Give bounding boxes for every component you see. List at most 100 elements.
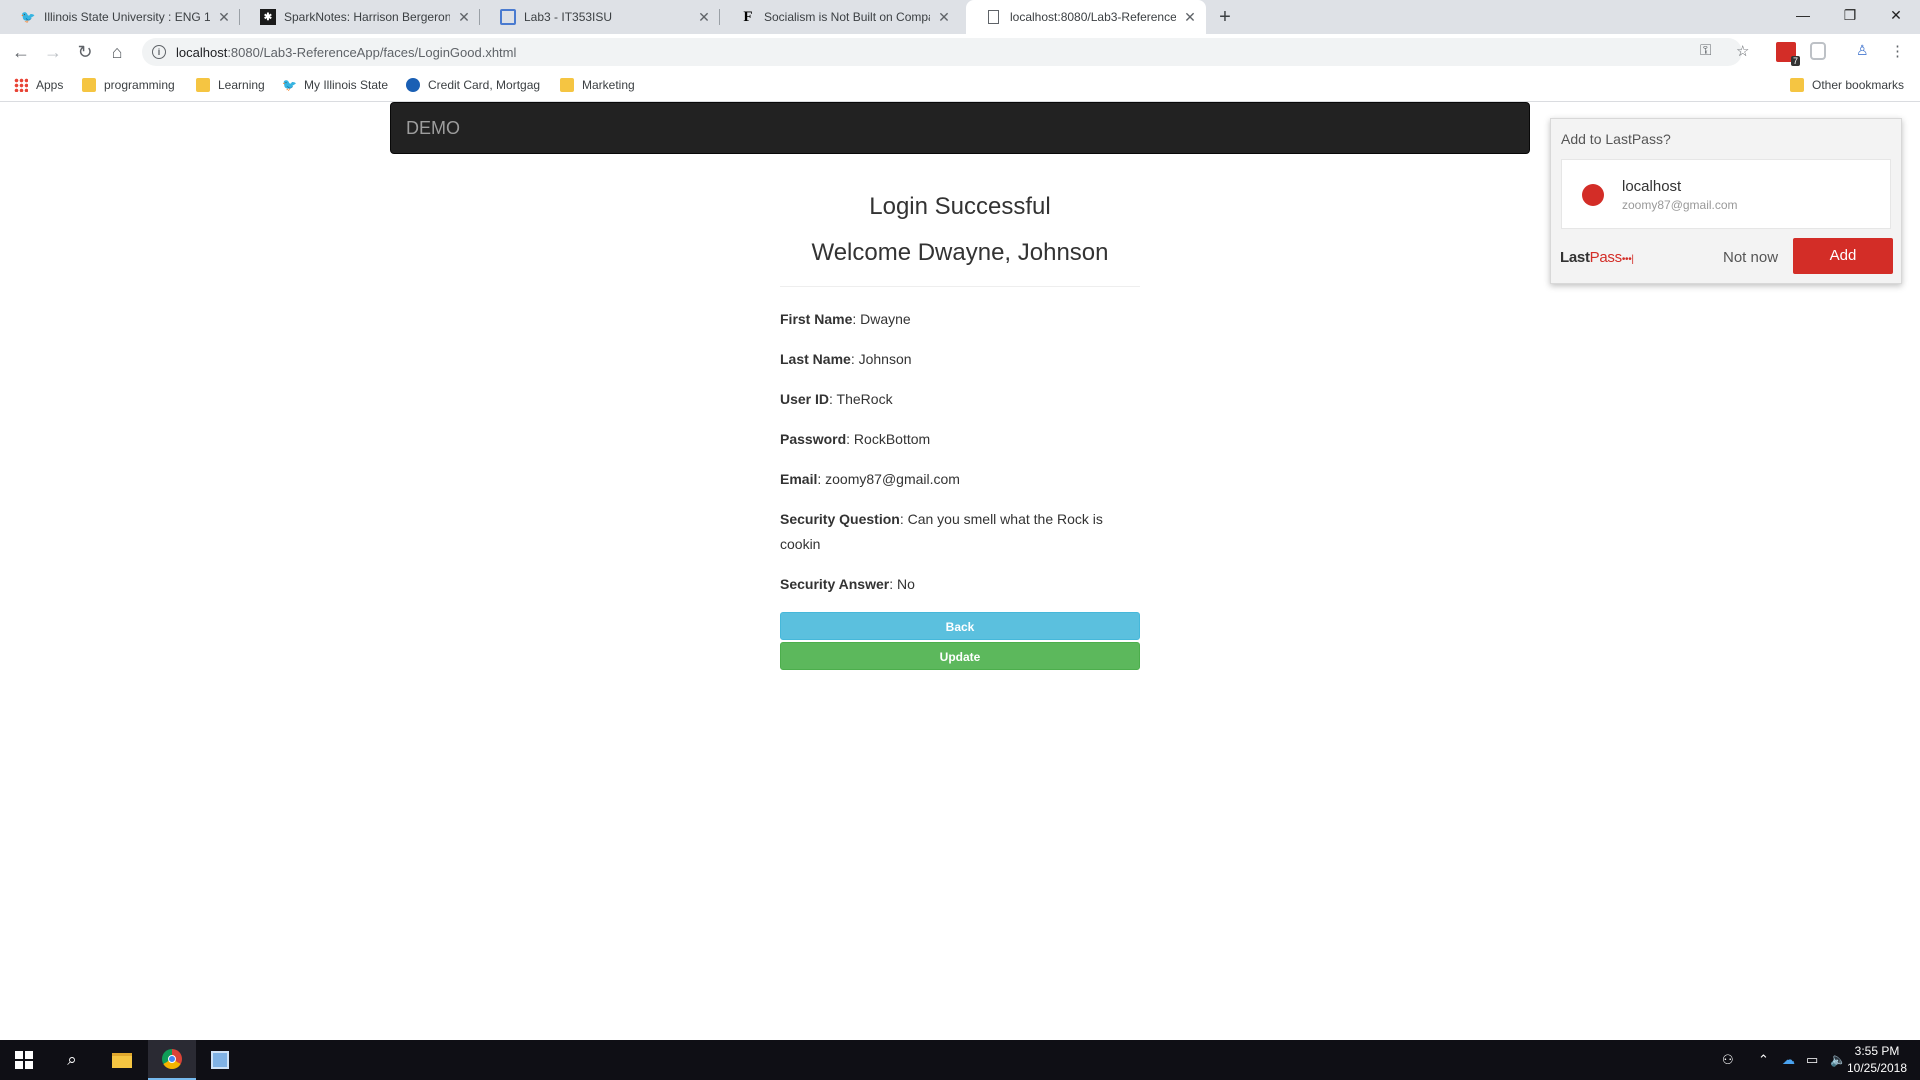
reload-icon[interactable]: ↻ [71, 38, 99, 66]
close-tab-icon[interactable]: ✕ [696, 9, 712, 26]
field-label: Security Question [780, 511, 900, 527]
tab-socialism[interactable]: F Socialism is Not Built on Compas ✕ [720, 0, 960, 34]
file-explorer-icon[interactable] [98, 1040, 146, 1080]
lastpass-site: localhost [1622, 178, 1682, 195]
back-arrow-icon[interactable]: ← [7, 38, 35, 66]
field-last-name: Last Name: Johnson [780, 347, 1140, 372]
bookmark-label: Apps [36, 78, 64, 92]
globe-icon [1582, 184, 1604, 206]
home-icon[interactable]: ⌂ [103, 38, 131, 66]
page-title: Login Successful [869, 193, 1051, 220]
profile-icon[interactable]: ♙ [1856, 42, 1876, 62]
bookmark-label: Learning [218, 78, 265, 92]
clock-time: 3:55 PM [1854, 1044, 1900, 1058]
lastpass-site-card[interactable]: localhost zoomy87@gmail.com [1561, 159, 1891, 229]
field-user-id: User ID: TheRock [780, 387, 1140, 412]
logo-last: Last [1560, 249, 1590, 266]
star-icon[interactable]: ☆ [1736, 42, 1749, 60]
field-security-answer: Security Answer: No [780, 572, 1140, 597]
field-email: Email: zoomy87@gmail.com [780, 467, 1140, 492]
app-cube-icon[interactable] [196, 1040, 244, 1080]
logo-dots: •••| [1621, 254, 1634, 265]
chrome-icon[interactable] [148, 1040, 196, 1080]
back-button[interactable]: Back [780, 612, 1140, 640]
bookmark-learning[interactable]: Learning [196, 78, 265, 92]
f-logo-icon: F [743, 8, 753, 25]
field-value: : Johnson [850, 351, 912, 367]
field-value: : zoomy87@gmail.com [817, 471, 960, 487]
network-icon[interactable]: ▭ [1806, 1052, 1818, 1068]
bookmark-programming[interactable]: programming [82, 78, 175, 92]
tab-localhost[interactable]: localhost:8080/Lab3-ReferenceAp ✕ [966, 0, 1206, 34]
bookmark-credit-card[interactable]: Credit Card, Mortgag [406, 78, 540, 92]
field-password: Password: RockBottom [780, 427, 1140, 452]
field-label: Last Name [780, 351, 851, 367]
bookmark-label: Credit Card, Mortgag [428, 78, 541, 92]
new-tab-button[interactable]: + [1212, 4, 1238, 30]
field-label: First Name [780, 311, 853, 327]
tab-title: Socialism is Not Built on Compas [764, 10, 930, 24]
document-icon [500, 9, 516, 25]
field-value: : TheRock [829, 391, 893, 407]
field-label: Password [780, 431, 847, 447]
bookmark-label: programming [104, 78, 175, 92]
field-value: : RockBottom [846, 431, 931, 447]
info-icon[interactable]: i [152, 45, 166, 59]
clock-date: 10/25/2018 [1846, 1061, 1908, 1075]
key-icon[interactable]: ⚿ [1700, 42, 1711, 59]
tab-illinois-state[interactable]: 🐦 Illinois State University : ENG 130 ✕ [0, 0, 240, 34]
search-icon[interactable]: ⌕ [48, 1040, 96, 1080]
field-security-question: Security Question: Can you smell what th… [780, 507, 1140, 557]
close-tab-icon[interactable]: ✕ [216, 9, 232, 26]
url-host: localhost [176, 44, 228, 60]
field-label: Security Answer [780, 576, 890, 592]
tab-title: Illinois State University : ENG 130 [44, 10, 210, 24]
menu-kebab-icon[interactable]: ⋮ [1890, 42, 1910, 62]
bookmark-marketing[interactable]: Marketing [560, 78, 635, 92]
update-button[interactable]: Update [780, 642, 1140, 670]
divider [780, 286, 1140, 287]
minimize-button[interactable]: ― [1780, 0, 1826, 30]
onedrive-icon[interactable]: ☁ [1782, 1052, 1795, 1068]
url-text: localhost:8080/Lab3-ReferenceApp/faces/L… [176, 45, 516, 60]
logo-pass: Pass [1589, 249, 1622, 266]
tab-strip: 🐦 Illinois State University : ENG 130 ✕ … [0, 0, 1920, 34]
system-clock[interactable]: 3:55 PM 10/25/2018 [1838, 1043, 1916, 1077]
folder-icon [560, 78, 574, 92]
tab-lab3[interactable]: Lab3 - IT353ISU ✕ [480, 0, 720, 34]
bookmark-apps[interactable]: Apps [14, 78, 63, 92]
close-tab-icon[interactable]: ✕ [936, 9, 952, 26]
people-icon[interactable]: ⚇ [1722, 1052, 1734, 1068]
chase-logo-icon [406, 78, 420, 92]
bookmark-label: Marketing [582, 78, 635, 92]
windows-start-icon[interactable] [0, 1040, 48, 1080]
navbar-brand[interactable]: DEMO [406, 118, 460, 139]
close-tab-icon[interactable]: ✕ [456, 9, 472, 26]
apps-grid-icon [14, 78, 28, 92]
forward-arrow-icon[interactable]: → [39, 38, 67, 66]
chevron-up-icon[interactable]: ⌃ [1758, 1052, 1769, 1068]
restore-button[interactable]: ❐ [1827, 0, 1873, 30]
login-result-panel: Login Successful Welcome Dwayne, Johnson… [780, 192, 1140, 670]
bookmark-label: My Illinois State [304, 78, 389, 92]
lastpass-extension-icon[interactable]: 7 [1776, 42, 1800, 66]
close-tab-icon[interactable]: ✕ [1182, 9, 1198, 26]
url-path: :8080/Lab3-ReferenceApp/faces/LoginGood.… [227, 44, 517, 60]
lastpass-popup: Add to LastPass? localhost zoomy87@gmail… [1550, 118, 1902, 284]
not-now-button[interactable]: Not now [1723, 249, 1778, 266]
field-value: : Dwayne [852, 311, 911, 327]
lastpass-username: zoomy87@gmail.com [1622, 198, 1738, 212]
bookmark-my-illinois-state[interactable]: 🐦 My Illinois State [282, 78, 388, 92]
close-window-button[interactable]: ✕ [1873, 0, 1919, 30]
windows-taskbar: ⌕ ⚇ ⌃ ☁ ▭ 🔈 3:55 PM 10/25/2018 [0, 1040, 1920, 1080]
folder-icon [82, 78, 96, 92]
folder-icon [1790, 78, 1804, 92]
other-bookmarks[interactable]: Other bookmarks [1790, 78, 1904, 92]
bookmark-label: Other bookmarks [1812, 78, 1905, 92]
tab-title: SparkNotes: Harrison Bergeron: S [284, 10, 450, 24]
tab-sparknotes[interactable]: ✱ SparkNotes: Harrison Bergeron: S ✕ [240, 0, 480, 34]
address-bar[interactable]: i localhost:8080/Lab3-ReferenceApp/faces… [142, 38, 1742, 66]
shield-extension-icon[interactable] [1810, 42, 1826, 60]
browser-toolbar: ← → ↻ ⌂ i localhost:8080/Lab3-ReferenceA… [0, 34, 1920, 70]
add-button[interactable]: Add [1793, 238, 1893, 274]
